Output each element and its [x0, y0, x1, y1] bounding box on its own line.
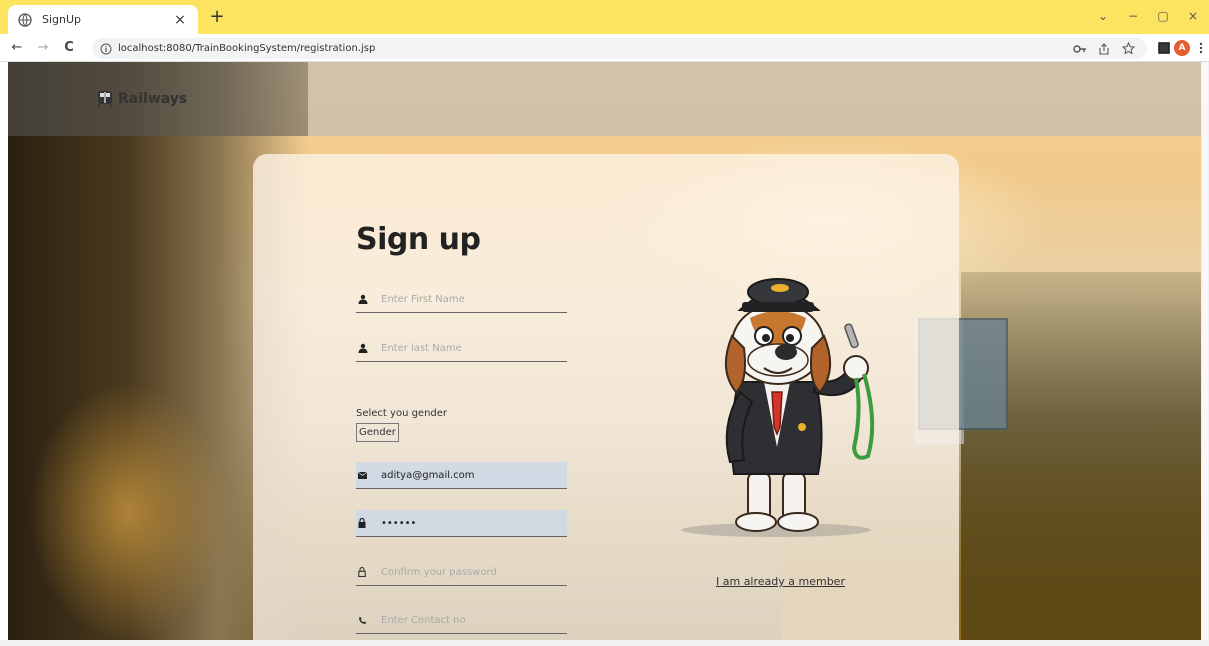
phone-icon: [356, 616, 378, 625]
url-text: localhost:8080/TrainBookingSystem/regist…: [118, 43, 376, 54]
share-icon[interactable]: [1097, 42, 1111, 56]
browser-tab[interactable]: SignUp ×: [8, 5, 198, 34]
signup-card: Sign up Select you gender Gender: [253, 154, 959, 640]
user-icon: [356, 343, 378, 353]
first-name-field: [356, 286, 567, 313]
lock-icon: [356, 518, 378, 528]
minimize-button[interactable]: −: [1118, 5, 1148, 27]
confirm-password-field: [356, 559, 567, 586]
key-icon[interactable]: [1073, 42, 1087, 56]
sidebar-icon[interactable]: [1157, 41, 1171, 55]
contact-field: [356, 607, 567, 634]
page-viewport: Railways Sign up Select you gender Gende…: [8, 62, 1201, 640]
reload-button[interactable]: C: [58, 37, 80, 59]
gender-label: Select you gender: [356, 408, 448, 419]
email-field: [356, 462, 567, 489]
envelope-icon: [356, 471, 378, 479]
tab-close-button[interactable]: ×: [172, 12, 188, 28]
globe-icon: [18, 12, 32, 27]
confirm-password-input[interactable]: [378, 559, 567, 585]
email-input[interactable]: [378, 462, 567, 488]
password-field: [356, 510, 567, 537]
browser-toolbar: ← → C localhost:8080/TrainBookingSystem/…: [0, 34, 1209, 62]
info-icon[interactable]: [100, 43, 112, 55]
omnibox-actions: [1073, 38, 1135, 59]
address-bar[interactable]: localhost:8080/TrainBookingSystem/regist…: [92, 38, 1147, 59]
password-input[interactable]: [378, 510, 567, 536]
horizontal-scrollbar[interactable]: [0, 640, 1209, 646]
last-name-field: [356, 335, 567, 362]
profile-avatar[interactable]: A: [1174, 40, 1190, 56]
tab-search-button[interactable]: ⌄: [1088, 5, 1118, 27]
user-icon: [356, 294, 378, 304]
train-icon: [97, 91, 113, 108]
gender-select[interactable]: Gender: [356, 423, 399, 442]
forward-button[interactable]: →: [32, 37, 54, 59]
tab-title: SignUp: [42, 13, 82, 26]
bookmark-star-icon[interactable]: [1121, 42, 1135, 56]
already-member-link[interactable]: I am already a member: [716, 575, 845, 588]
back-button[interactable]: ←: [6, 37, 28, 59]
lock-outline-icon: [356, 567, 378, 577]
menu-kebab-icon[interactable]: [1194, 41, 1208, 55]
browser-tabstrip: SignUp × + ⌄ − ▢ ×: [0, 0, 1209, 34]
dog-conductor-illustration: [681, 278, 875, 537]
brand-name: Railways: [118, 91, 188, 107]
page-title: Sign up: [356, 222, 481, 257]
new-tab-button[interactable]: +: [207, 7, 227, 27]
brand-logo[interactable]: Railways: [96, 90, 187, 108]
vertical-scrollbar[interactable]: [1201, 62, 1209, 640]
last-name-input[interactable]: [378, 335, 567, 361]
contact-input[interactable]: [378, 607, 567, 633]
first-name-input[interactable]: [378, 286, 567, 312]
scrollbar-thumb[interactable]: [1202, 62, 1208, 640]
close-window-button[interactable]: ×: [1178, 5, 1208, 27]
background-blur: [28, 382, 228, 640]
maximize-button[interactable]: ▢: [1148, 5, 1178, 27]
site-header-right: [308, 62, 1201, 136]
